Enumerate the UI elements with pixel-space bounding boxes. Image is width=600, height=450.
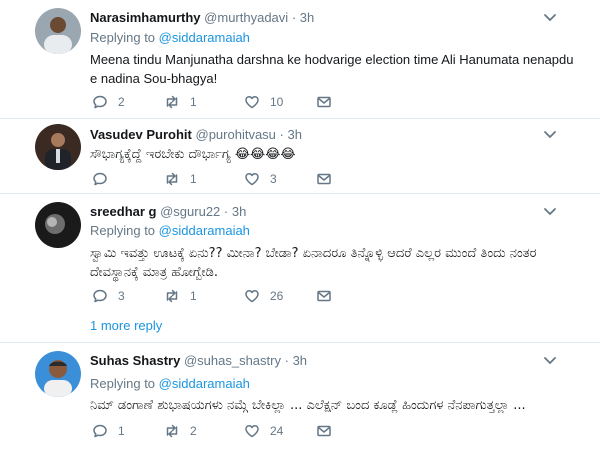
retweet-icon (166, 424, 178, 438)
display-name[interactable]: Narasimhamurthy (90, 10, 201, 25)
show-more-replies-link[interactable]: 1 more reply (90, 318, 162, 333)
chevron-down-icon[interactable] (543, 130, 557, 140)
display-name[interactable]: sreedhar g (90, 204, 156, 219)
reply-button[interactable] (92, 171, 118, 187)
separator-dot: · (223, 204, 229, 219)
retweet-count: 1 (190, 172, 197, 186)
retweet-button[interactable]: 1 (164, 171, 197, 187)
timestamp[interactable]: 3h (293, 353, 307, 368)
dm-button[interactable] (316, 171, 332, 187)
separator-dot: · (279, 127, 284, 142)
user-handle[interactable]: @suhas_shastry (184, 353, 281, 368)
avatar[interactable] (35, 351, 81, 397)
retweet-icon (166, 289, 178, 303)
separator-dot: · (284, 353, 289, 368)
tweet-header: Suhas Shastry @suhas_shastry · 3h (90, 353, 307, 368)
timestamp[interactable]: 3h (232, 204, 246, 219)
heart-icon (245, 172, 259, 186)
display-name[interactable]: Suhas Shastry (90, 353, 180, 368)
envelope-icon (317, 290, 331, 302)
reply-button[interactable]: 3 (92, 288, 125, 304)
display-name[interactable]: Vasudev Purohit (90, 127, 192, 142)
retweet-count: 2 (190, 424, 197, 438)
replying-to: Replying to @siddaramaiah (90, 376, 250, 391)
heart-icon (245, 424, 259, 438)
like-count: 24 (270, 424, 284, 438)
replying-to: Replying to @siddaramaiah (90, 223, 250, 238)
replying-to-label: Replying to (90, 223, 156, 238)
like-button[interactable]: 3 (244, 171, 277, 187)
tweet-header: Narasimhamurthy @murthyadavi · 3h (90, 10, 314, 25)
tweet-text: Meena tindu Manjunatha darshna ke hodvar… (90, 52, 574, 86)
reply-icon (93, 289, 107, 303)
avatar[interactable] (35, 202, 81, 248)
tweet[interactable]: Vasudev Purohit @purohitvasu · 3h ಸೌಭಾಗ್… (0, 119, 600, 193)
reply-button[interactable]: 1 (92, 423, 125, 439)
reply-count: 1 (118, 424, 125, 438)
envelope-icon (317, 96, 331, 108)
separator-dot: · (291, 10, 297, 25)
retweet-icon (166, 172, 178, 186)
like-count: 26 (270, 289, 284, 303)
reply-button[interactable]: 2 (92, 94, 125, 110)
timestamp[interactable]: 3h (288, 127, 302, 142)
like-count: 10 (270, 95, 284, 109)
tweet[interactable]: Suhas Shastry @suhas_shastry · 3h Replyi… (0, 343, 600, 450)
tweet-header: sreedhar g @sguru22 · 3h (90, 204, 246, 219)
mention-link[interactable]: @siddaramaiah (159, 376, 250, 391)
retweet-button[interactable]: 1 (164, 94, 197, 110)
dm-button[interactable] (316, 288, 332, 304)
heart-icon (245, 95, 259, 109)
like-button[interactable]: 24 (244, 423, 283, 439)
retweet-button[interactable]: 2 (164, 423, 197, 439)
avatar[interactable] (35, 8, 81, 54)
replying-to: Replying to @siddaramaiah (90, 30, 250, 45)
avatar[interactable] (35, 124, 81, 170)
mention-link[interactable]: @siddaramaiah (159, 223, 250, 238)
mention-link[interactable]: @siddaramaiah (159, 30, 250, 45)
chevron-down-icon[interactable] (543, 207, 557, 217)
dm-button[interactable] (316, 94, 332, 110)
envelope-icon (317, 173, 331, 185)
envelope-icon (317, 425, 331, 437)
retweet-button[interactable]: 1 (164, 288, 197, 304)
tweet-header: Vasudev Purohit @purohitvasu · 3h (90, 127, 302, 142)
replying-to-label: Replying to (90, 376, 156, 391)
reply-count: 3 (118, 289, 125, 303)
retweet-count: 1 (190, 95, 197, 109)
user-handle[interactable]: @purohitvasu (196, 127, 276, 142)
heart-icon (245, 289, 259, 303)
reply-icon (93, 172, 107, 186)
tweet-text: ನಿಮ್ ಡಂಗಾಣೆ ಶುಭಾಷಯಗಳು ನಮ್ಗೆ ಬೇಕಿಲ್ಲಾ ...… (90, 398, 526, 413)
reply-count: 2 (118, 95, 125, 109)
user-handle[interactable]: @murthyadavi (204, 10, 288, 25)
reply-icon (93, 424, 107, 438)
replying-to-label: Replying to (90, 30, 156, 45)
retweet-count: 1 (190, 289, 197, 303)
like-button[interactable]: 10 (244, 94, 283, 110)
retweet-icon (166, 95, 178, 109)
reply-icon (93, 95, 107, 109)
chevron-down-icon[interactable] (543, 356, 557, 366)
chevron-down-icon[interactable] (543, 13, 557, 23)
tweet-text: ಸೌಭಾಗ್ಯಕ್ಕೆದ್ದೆ ಇರಬೇಕು ದೌರ್ಭಾಗ್ಯ 😂😂😂😂 (90, 147, 296, 162)
tweet[interactable]: Narasimhamurthy @murthyadavi · 3h Replyi… (0, 0, 600, 118)
dm-button[interactable] (316, 423, 332, 439)
tweet-text: ಸ್ವಾಮಿ ಇವತ್ತು ಊಟಕ್ಕೆ ಏನು?? ಮೀನಾ? ಬೇಡಾ? ಏ… (90, 246, 537, 280)
user-handle[interactable]: @sguru22 (160, 204, 220, 219)
like-button[interactable]: 26 (244, 288, 283, 304)
timestamp[interactable]: 3h (300, 10, 314, 25)
like-count: 3 (270, 172, 277, 186)
